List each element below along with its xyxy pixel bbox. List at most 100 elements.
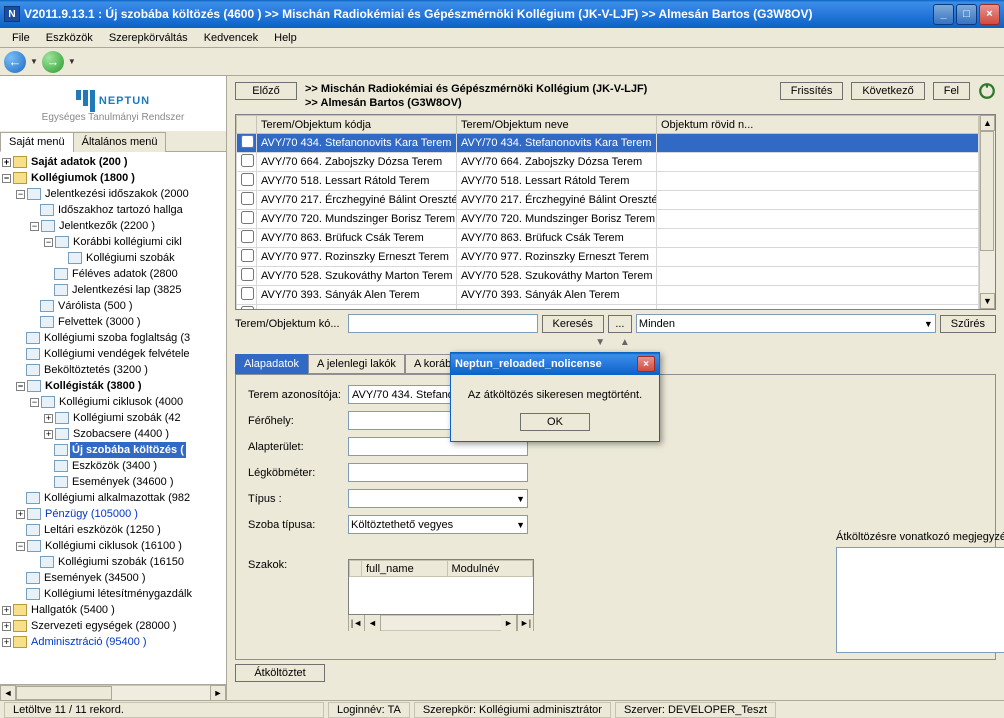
table-row[interactable]: AVY/70 206. Kuszmits Ede TeremAVY/70 206… xyxy=(237,305,979,310)
tree-hscrollbar[interactable]: ◄ ► xyxy=(0,684,226,700)
scroll-down-icon[interactable]: ▼ xyxy=(980,293,995,309)
row-checkbox[interactable] xyxy=(241,287,254,300)
table-row[interactable]: AVY/70 720. Mundszinger Borisz TeremAVY/… xyxy=(237,210,979,229)
scroll-right-icon[interactable]: ► xyxy=(210,685,226,701)
tree-item[interactable]: Korábbi kollégiumi cikl xyxy=(71,234,184,250)
tree-item[interactable]: Jelentkezési időszakok (2000 xyxy=(43,186,191,202)
refresh-button[interactable]: Frissítés xyxy=(780,82,844,100)
table-row[interactable]: AVY/70 863. Brüfuck Csák TeremAVY/70 863… xyxy=(237,229,979,248)
row-checkbox[interactable] xyxy=(241,135,254,148)
nav-back-button[interactable]: ← xyxy=(4,51,26,73)
expander-icon[interactable]: − xyxy=(2,174,11,183)
tree-item[interactable]: Pénzügy (105000 ) xyxy=(43,506,140,522)
tree-item[interactable]: Szervezeti egységek (28000 ) xyxy=(29,618,179,634)
tree-item[interactable]: Események (34600 ) xyxy=(70,474,176,490)
tab-basic-data[interactable]: Alapadatok xyxy=(235,354,308,374)
grid-header-checkbox[interactable] xyxy=(237,116,257,134)
tree-item[interactable]: Kollégiumi szobák xyxy=(84,250,177,266)
expander-icon[interactable]: + xyxy=(44,414,53,423)
table-row[interactable]: AVY/70 518. Lessart Rátold TeremAVY/70 5… xyxy=(237,172,979,191)
scroll-thumb[interactable] xyxy=(980,131,994,251)
expander-icon[interactable]: − xyxy=(16,190,25,199)
table-row[interactable]: AVY/70 528. Szukováthy Marton TeremAVY/7… xyxy=(237,267,979,286)
search-button[interactable]: Keresés xyxy=(542,315,604,333)
grid-header[interactable]: full_name xyxy=(362,561,448,577)
scroll-up-icon[interactable]: ▲ xyxy=(980,115,995,131)
tree-item[interactable]: Felvettek (3000 ) xyxy=(56,314,143,330)
expander-icon[interactable]: − xyxy=(44,238,53,247)
tree-item[interactable]: Várólista (500 ) xyxy=(56,298,135,314)
tree-item[interactable]: Kollégiumi ciklusok (16100 ) xyxy=(43,538,184,554)
rooms-grid[interactable]: Terem/Objektum kódja Terem/Objektum neve… xyxy=(235,114,996,310)
tree-item[interactable]: Hallgatók (5400 ) xyxy=(29,602,117,618)
nav-forward-dropdown[interactable]: ▼ xyxy=(66,57,78,66)
expander-icon[interactable]: − xyxy=(16,542,25,551)
volume-field[interactable] xyxy=(348,463,528,482)
tree-item[interactable]: Kollégiumi létesítménygazdálk xyxy=(42,586,194,602)
grid-vscrollbar[interactable]: ▲ ▼ xyxy=(979,115,995,309)
filter-button[interactable]: Szűrés xyxy=(940,315,996,333)
tree-item[interactable]: Események (34500 ) xyxy=(42,570,148,586)
table-row[interactable]: AVY/70 217. Érczhegyiné Bálint Oresztész… xyxy=(237,191,979,210)
menu-favorites[interactable]: Kedvencek xyxy=(196,30,266,46)
tree-item[interactable]: Időszakhoz tartozó hallga xyxy=(56,202,185,218)
prev-button[interactable]: Előző xyxy=(235,82,297,100)
menu-roles[interactable]: Szerepkörváltás xyxy=(101,30,196,46)
up-button[interactable]: Fel xyxy=(933,82,970,100)
close-button[interactable]: × xyxy=(979,4,1000,25)
note-textarea[interactable] xyxy=(836,547,1004,653)
scroll-last-icon[interactable]: ►| xyxy=(517,615,533,631)
tree-item[interactable]: Kollégiumi szobák (16150 xyxy=(56,554,186,570)
tree-item[interactable]: Adminisztráció (95400 ) xyxy=(29,634,149,650)
relocate-button[interactable]: Átköltöztet xyxy=(235,664,325,682)
tree-item[interactable]: Saját adatok (200 ) xyxy=(29,154,130,170)
grid-header[interactable]: Terem/Objektum neve xyxy=(457,116,657,134)
grid-header[interactable]: Modulnév xyxy=(447,561,533,577)
menu-file[interactable]: File xyxy=(4,30,38,46)
pin-icon[interactable] xyxy=(978,82,996,100)
expander-icon[interactable]: + xyxy=(2,622,11,631)
table-row[interactable]: AVY/70 977. Rozinszky Erneszt TeremAVY/7… xyxy=(237,248,979,267)
scroll-right-icon[interactable]: ► xyxy=(501,615,517,631)
tree-item[interactable]: Kollégiumok (1800 ) xyxy=(29,170,137,186)
row-checkbox[interactable] xyxy=(241,211,254,224)
expander-icon[interactable]: + xyxy=(16,510,25,519)
table-row[interactable]: AVY/70 434. Stefanonovits Kara TeremAVY/… xyxy=(237,134,979,153)
table-row[interactable]: AVY/70 664. Zabojszky Dózsa TeremAVY/70 … xyxy=(237,153,979,172)
tree-item[interactable]: Kollégiumi szobák (42 xyxy=(71,410,183,426)
scroll-thumb[interactable] xyxy=(16,686,112,700)
row-checkbox[interactable] xyxy=(241,154,254,167)
tree-item[interactable]: Jelentkezési lap (3825 xyxy=(70,282,183,298)
row-checkbox[interactable] xyxy=(241,249,254,262)
row-checkbox[interactable] xyxy=(241,306,254,309)
scroll-left-icon[interactable]: ◄ xyxy=(0,685,16,701)
tree-item-selected[interactable]: Új szobába költözés ( xyxy=(70,442,186,458)
tree-item[interactable]: Eszközök (3400 ) xyxy=(70,458,159,474)
majors-grid[interactable]: full_nameModulnév xyxy=(348,559,534,615)
expander-icon[interactable]: + xyxy=(2,158,11,167)
tree-item[interactable]: Szobacsere (4400 ) xyxy=(71,426,171,442)
tree-item[interactable]: Beköltöztetés (3200 ) xyxy=(42,362,150,378)
expander-icon[interactable]: + xyxy=(44,430,53,439)
nav-forward-button[interactable]: → xyxy=(42,51,64,73)
tree-item[interactable]: Kollégisták (3800 ) xyxy=(43,378,144,394)
row-checkbox[interactable] xyxy=(241,268,254,281)
row-checkbox[interactable] xyxy=(241,173,254,186)
tree-item[interactable]: Féléves adatok (2800 xyxy=(70,266,180,282)
dialog-ok-button[interactable]: OK xyxy=(520,413,590,431)
tree-item[interactable]: Kollégiumi alkalmazottak (982 xyxy=(42,490,192,506)
menu-help[interactable]: Help xyxy=(266,30,305,46)
tab-own-menu[interactable]: Saját menü xyxy=(0,132,74,152)
search-input[interactable] xyxy=(348,314,538,333)
maximize-button[interactable]: □ xyxy=(956,4,977,25)
expander-icon[interactable]: − xyxy=(30,222,39,231)
grid-header[interactable]: Objektum rövid n... xyxy=(657,116,979,134)
roomtype-dropdown[interactable]: Költöztethető vegyes▼ xyxy=(348,515,528,534)
tree-item[interactable]: Leltári eszközök (1250 ) xyxy=(42,522,163,538)
tree-item[interactable]: Kollégiumi ciklusok (4000 xyxy=(57,394,185,410)
scroll-left-icon[interactable]: ◄ xyxy=(365,615,381,631)
expander-icon[interactable]: − xyxy=(16,382,25,391)
search-more-button[interactable]: ... xyxy=(608,315,632,333)
menu-tools[interactable]: Eszközök xyxy=(38,30,101,46)
scroll-first-icon[interactable]: |◄ xyxy=(349,615,365,631)
